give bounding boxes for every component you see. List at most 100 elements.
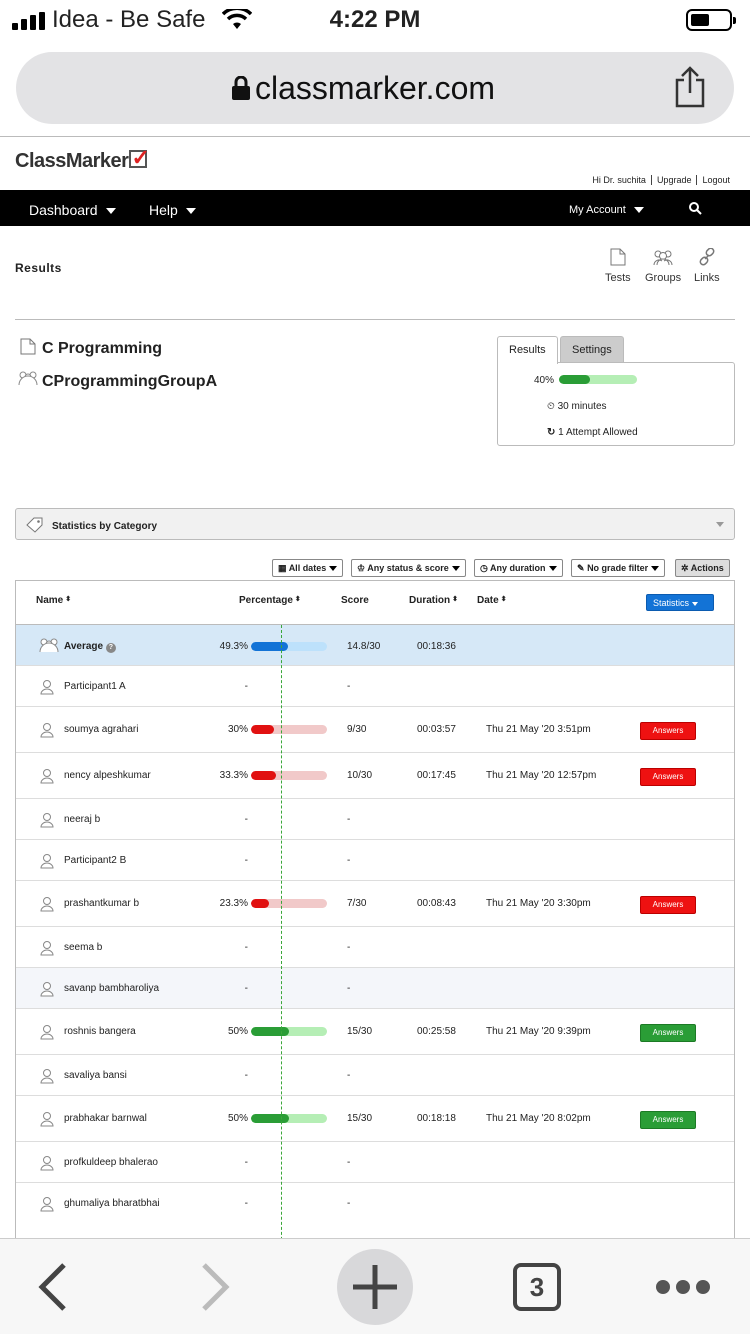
table-row: prabhakar barnwal 50% 15/30 00:18:18 Thu 21 …: [16, 1095, 734, 1141]
tests-tool[interactable]: Tests: [605, 248, 631, 284]
forward-icon[interactable]: [198, 1263, 230, 1311]
participant-date: Thu 21 May '20 3:51pm: [486, 724, 591, 735]
participant-name[interactable]: prashantkumar b: [64, 898, 139, 909]
browser-toolbar: 3: [0, 1238, 750, 1334]
participant-score: -: [347, 1157, 351, 1168]
user-icon: [40, 854, 54, 869]
nav-dashboard-label: Dashboard: [29, 202, 98, 218]
groups-label: Groups: [645, 272, 682, 284]
table-row: Participant2 B - -: [16, 839, 734, 880]
user-icon: [40, 1156, 54, 1171]
tag-icon: [26, 517, 43, 533]
page-title: Results: [15, 261, 62, 275]
category-label: Statistics by Category: [52, 521, 158, 532]
sort-icon: ⬍: [294, 596, 301, 603]
participant-duration: 00:25:58: [417, 1026, 456, 1037]
document-icon: [20, 338, 36, 355]
classmarker-logo[interactable]: ClassMarker ✓: [15, 147, 150, 173]
participant-score: 15/30: [347, 1113, 373, 1124]
header-score: Score: [341, 595, 369, 606]
user-icon: [40, 680, 54, 695]
participant-duration: 00:03:57: [417, 724, 456, 735]
participant-name[interactable]: Participant2 B: [64, 855, 126, 866]
header-date[interactable]: Date ⬍: [477, 595, 507, 606]
participant-name[interactable]: seema b: [64, 942, 102, 953]
clock: 4:22 PM: [329, 6, 421, 33]
header-duration[interactable]: Duration ⬍: [409, 595, 458, 606]
participant-name[interactable]: roshnis bangera: [64, 1026, 136, 1037]
status-filter-label: Any status & score: [367, 563, 449, 573]
participant-score: -: [347, 983, 351, 994]
nav-help[interactable]: Help: [149, 202, 196, 218]
more-icon[interactable]: [656, 1280, 716, 1299]
participant-date: Thu 21 May '20 12:57pm: [486, 770, 597, 781]
header-duration-label: Duration: [409, 595, 451, 606]
participant-name[interactable]: soumya agrahari: [64, 724, 138, 735]
upgrade-link[interactable]: Upgrade: [651, 175, 698, 185]
new-tab-button[interactable]: [337, 1249, 413, 1325]
search-icon[interactable]: [689, 202, 702, 215]
participant-name[interactable]: ghumaliya bharatbhai: [64, 1198, 160, 1209]
participant-percentage: 30%: [227, 724, 248, 735]
participant-percentage: -: [244, 942, 248, 953]
participant-score: -: [347, 681, 351, 692]
tab-settings[interactable]: Settings: [560, 336, 624, 363]
group-name[interactable]: CProgrammingGroupA: [42, 373, 217, 391]
tests-label: Tests: [605, 272, 631, 284]
answers-button[interactable]: Answers: [640, 722, 696, 740]
participant-percentage: -: [244, 1198, 248, 1209]
links-tool[interactable]: Links: [694, 248, 720, 284]
participant-name[interactable]: Participant1 A: [64, 681, 126, 692]
table-row: savanp bambharoliya - -: [16, 967, 734, 1008]
user-icon: [40, 769, 54, 784]
nav-dashboard[interactable]: Dashboard: [29, 202, 116, 218]
url-text: classmarker.com: [254, 70, 496, 106]
duration-label: 30 minutes: [557, 401, 607, 412]
header-percentage[interactable]: Percentage ⬍: [239, 595, 301, 606]
participant-name[interactable]: savanp bambharoliya: [64, 983, 159, 994]
chevron-down-icon: [329, 566, 338, 572]
answers-button[interactable]: Answers: [640, 896, 696, 914]
participant-score: -: [347, 1198, 351, 1209]
groups-tool[interactable]: Groups: [645, 248, 681, 284]
test-name[interactable]: C Programming: [42, 340, 162, 358]
tab-results[interactable]: Results: [497, 336, 558, 364]
address-bar[interactable]: classmarker.com: [16, 52, 734, 124]
trophy-icon: ♔: [357, 563, 366, 573]
group-icon: [18, 371, 38, 386]
back-icon[interactable]: [38, 1263, 70, 1311]
average-duration: 00:18:36: [417, 641, 456, 652]
participant-name[interactable]: savaliya bansi: [64, 1070, 127, 1081]
date-filter[interactable]: ▦ All dates: [272, 559, 344, 577]
nav-my-account[interactable]: My Account: [569, 204, 644, 216]
participant-name[interactable]: prabhakar barnwal: [64, 1113, 147, 1124]
participant-duration: 00:18:18: [417, 1113, 456, 1124]
participant-percentage: 23.3%: [219, 898, 248, 909]
answers-button[interactable]: Answers: [640, 1024, 696, 1042]
tabs-button[interactable]: 3: [513, 1263, 561, 1311]
average-name: Average: [64, 641, 104, 652]
statistics-label: Statistics: [653, 598, 690, 608]
actions-button[interactable]: ✲ Actions: [675, 559, 730, 577]
participant-name[interactable]: profkuldeep bhalerao: [64, 1157, 158, 1168]
grade-filter[interactable]: ✎ No grade filter: [571, 559, 666, 577]
pass-percent: 40%: [534, 375, 555, 386]
user-icon: [40, 723, 54, 738]
greeting-link[interactable]: Hi Dr. suchita: [587, 175, 652, 185]
logout-link[interactable]: Logout: [697, 175, 730, 185]
participant-name[interactable]: nency alpeshkumar: [64, 770, 151, 781]
share-icon[interactable]: [673, 66, 707, 108]
table-row: nency alpeshkumar 33.3% 10/30 00:17:45 Thu 2…: [16, 752, 734, 798]
status-filter[interactable]: ♔ Any status & score: [351, 559, 466, 577]
participant-percentage: 50%: [227, 1113, 248, 1124]
help-icon[interactable]: ?: [105, 643, 116, 653]
answers-button[interactable]: Answers: [640, 768, 696, 786]
statistics-button[interactable]: Statistics: [646, 594, 714, 611]
duration-filter[interactable]: ◷ Any duration: [474, 559, 563, 577]
statistics-by-category-toggle[interactable]: Statistics by Category: [15, 508, 735, 540]
answers-button[interactable]: Answers: [640, 1111, 696, 1129]
header-name[interactable]: Name ⬍: [36, 595, 71, 606]
participant-name[interactable]: neeraj b: [64, 814, 100, 825]
participant-date: Thu 21 May '20 8:02pm: [486, 1113, 591, 1124]
participant-score: -: [347, 942, 351, 953]
